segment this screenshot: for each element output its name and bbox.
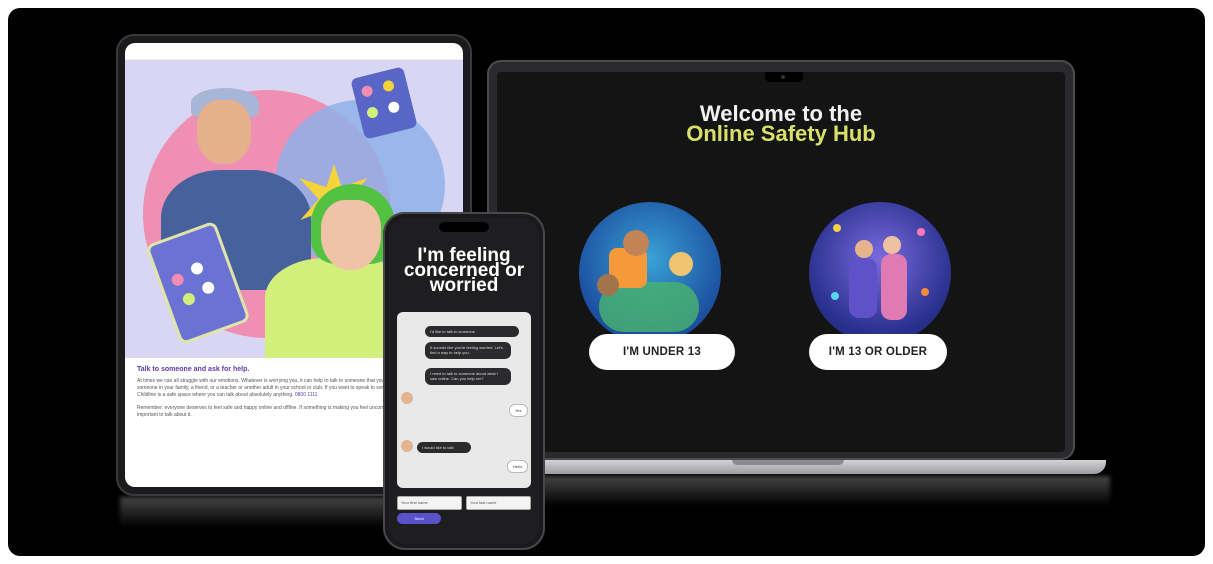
kid-head [597, 274, 619, 296]
teen-head [883, 236, 901, 254]
chat-window: I'd like to talk to someone It sounds li… [397, 312, 531, 488]
laptop-base [470, 460, 1106, 474]
kid-head [623, 230, 649, 256]
avatar [401, 440, 413, 452]
chat-message: It sounds like you're feeling worried. L… [425, 342, 511, 359]
phone-screen: I'm feeling concerned or worried I'd lik… [389, 218, 539, 544]
avatar [401, 392, 413, 404]
first-name-field[interactable]: Your first name [397, 496, 462, 510]
phone-heading: I'm feeling concerned or worried [389, 246, 539, 295]
kid-head [669, 252, 693, 276]
chat-message: I need to talk to someone about what I s… [425, 368, 511, 385]
chat-header [397, 312, 531, 325]
send-button[interactable]: Send [397, 513, 441, 524]
camera-notch [765, 72, 803, 82]
under-13-button[interactable]: I'M UNDER 13 [589, 334, 735, 370]
last-name-field[interactable]: Your last name [466, 496, 531, 510]
teen-head [855, 240, 873, 258]
trackpad-notch [732, 460, 844, 465]
kids-illustration[interactable] [579, 202, 721, 344]
laptop-screen: Welcome to the Online Safety Hub I'M UND… [497, 72, 1065, 452]
tablet-status-bar [125, 43, 463, 51]
laptop-lid: Welcome to the Online Safety Hub I'M UND… [487, 60, 1075, 460]
phone-device: I'm feeling concerned or worried I'd lik… [383, 212, 545, 550]
childline-link[interactable]: 0800 1111 [295, 392, 318, 398]
tablet-url-bar [125, 51, 463, 60]
chat-message: I would like to talk [417, 442, 471, 454]
user-reply: Yes [509, 404, 528, 417]
teen-body [849, 258, 877, 318]
13-or-older-button[interactable]: I'M 13 OR OLDER [809, 334, 947, 370]
name-inputs: Your first name Your last name [397, 496, 531, 510]
laptop-reflection [470, 476, 1110, 506]
camera-icon [781, 75, 785, 79]
product-mockup: Talk to someone and ask for help. At tim… [0, 0, 1213, 564]
hub-title: Welcome to the Online Safety Hub [497, 103, 1065, 146]
chat-message: I'd like to talk to someone [425, 326, 519, 338]
teen-body [881, 254, 907, 320]
child-figure-face [321, 200, 381, 270]
hub-title-line2: Online Safety Hub [686, 121, 876, 146]
adult-figure-head [197, 100, 251, 164]
teens-illustration[interactable] [809, 202, 951, 344]
dynamic-island [439, 222, 489, 232]
user-reply: Hello [507, 460, 529, 473]
